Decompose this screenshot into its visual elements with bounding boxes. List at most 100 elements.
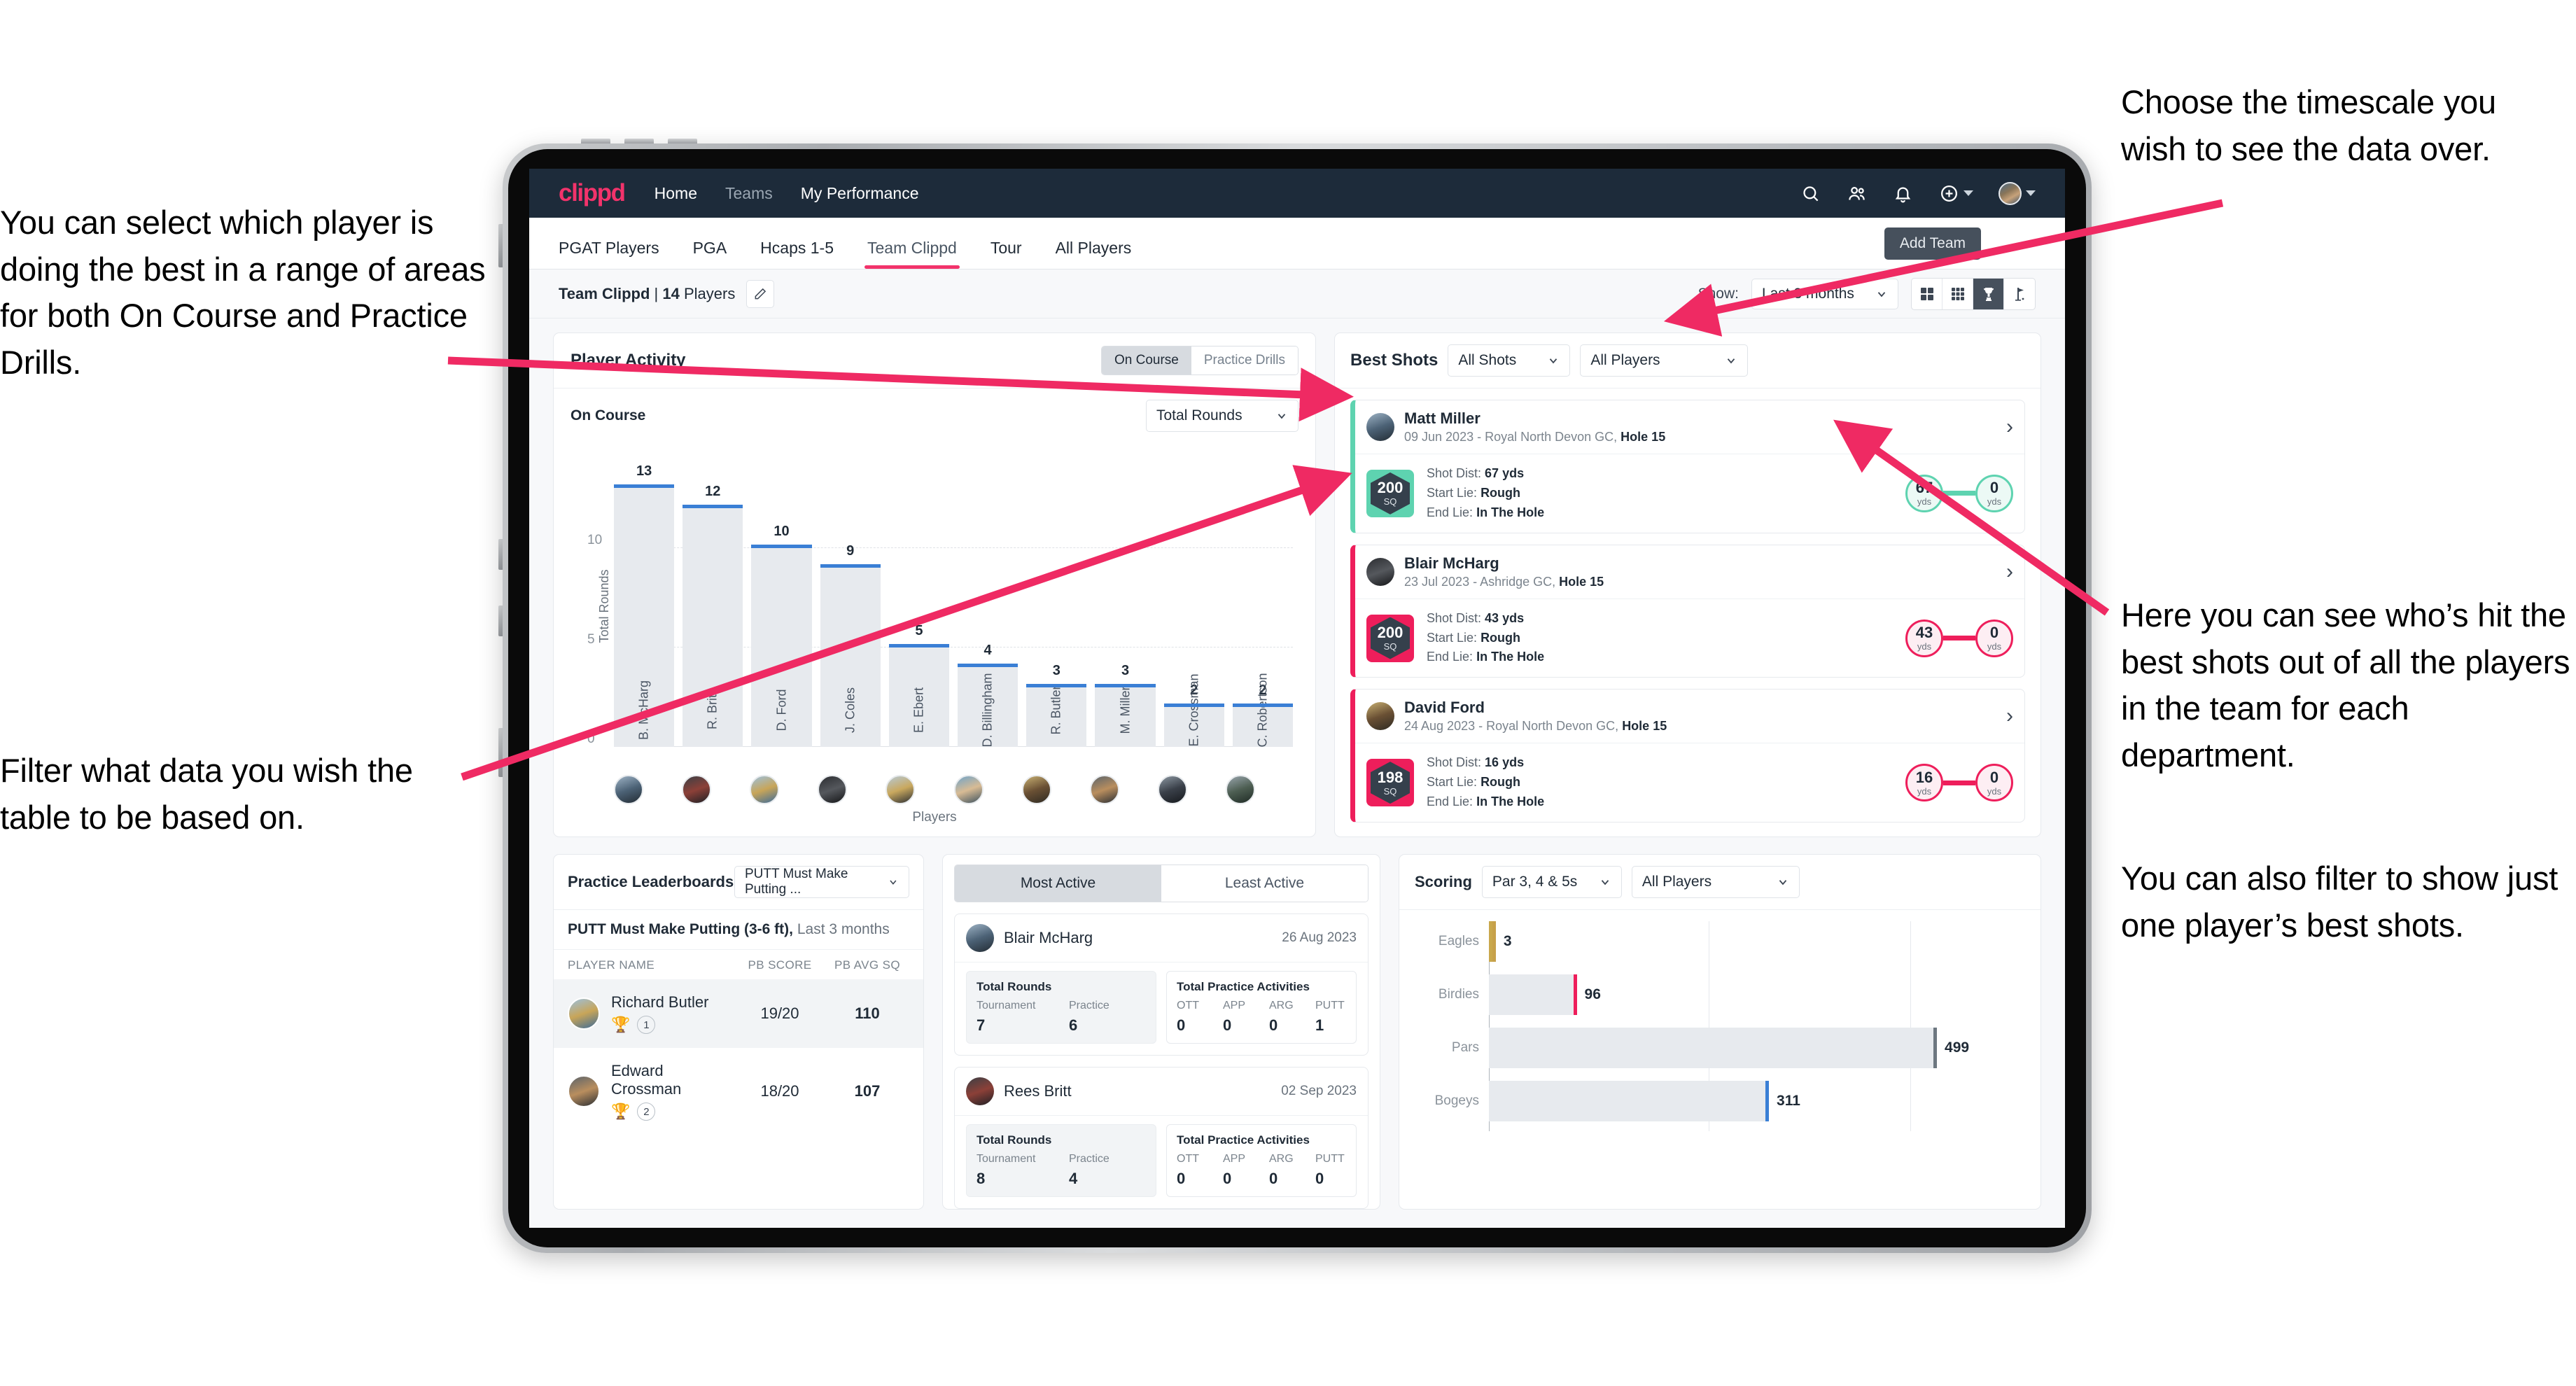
- table-row[interactable]: Richard Butler 🏆 1 19/20 110: [554, 979, 923, 1048]
- player-name: Blair McHarg: [1404, 554, 1499, 572]
- clippd-logo[interactable]: clippd: [559, 179, 626, 207]
- scoring-row[interactable]: Eagles 3: [1415, 921, 2025, 962]
- chart-bar[interactable]: D. Billingham: [958, 664, 1018, 748]
- player-filter-select[interactable]: All Players: [1580, 344, 1749, 377]
- chart-bar-value: 5: [915, 622, 923, 638]
- chevron-down-icon[interactable]: [1963, 190, 1973, 196]
- people-icon[interactable]: [1846, 183, 1867, 204]
- chevron-down-icon[interactable]: [2026, 190, 2036, 196]
- tab-tour[interactable]: Tour: [990, 239, 1022, 269]
- tab-team-clippd[interactable]: Team Clippd: [864, 239, 960, 269]
- player-activity-card: Player Activity On Course Practice Drill…: [553, 332, 1316, 837]
- chart-bar[interactable]: J. Coles: [820, 564, 881, 747]
- tab-pga[interactable]: PGA: [693, 239, 727, 269]
- player-count: 14: [662, 284, 680, 302]
- player-avatar[interactable]: [682, 775, 712, 804]
- player-avatar[interactable]: [750, 775, 780, 804]
- chart-bar[interactable]: M. Miller: [1095, 683, 1156, 747]
- chart-bar-column[interactable]: 12 R. Britt: [682, 468, 743, 747]
- chart-bar-column[interactable]: 5 E. Ebert: [888, 468, 950, 747]
- chart-bar[interactable]: R. Butler: [1026, 683, 1087, 747]
- shot-type-select[interactable]: All Shots: [1448, 344, 1571, 377]
- chart-bar[interactable]: R. Britt: [682, 504, 743, 747]
- player-avatar[interactable]: [1225, 775, 1255, 804]
- activity-card-item[interactable]: Blair McHarg 26 Aug 2023 Total Rounds Tourn…: [954, 913, 1368, 1056]
- start-lie-value: Rough: [1480, 630, 1521, 645]
- tab-pgat-players[interactable]: PGAT Players: [559, 239, 659, 269]
- edit-team-button[interactable]: [746, 279, 775, 308]
- rounds-metric: Tournament 7: [976, 1000, 1036, 1034]
- total-rounds-title: Total Rounds: [976, 980, 1052, 993]
- trophy-icon[interactable]: [1973, 278, 2004, 309]
- app-navbar: clippd Home Teams My Performance: [529, 169, 2065, 218]
- player-avatar[interactable]: [614, 775, 643, 804]
- grid-4-icon[interactable]: [1912, 278, 1942, 309]
- avatar[interactable]: [1998, 181, 2022, 205]
- chevron-right-icon[interactable]: ›: [2006, 416, 2013, 438]
- chart-bar-label: D. Ford: [774, 689, 788, 732]
- scoring-bar[interactable]: [1489, 1028, 1938, 1068]
- chart-bar-column[interactable]: 2 E. Crossman: [1163, 468, 1225, 747]
- nav-link-my-performance[interactable]: My Performance: [801, 184, 919, 203]
- chart-bar-column[interactable]: 13 B. McHarg: [614, 463, 675, 747]
- scoring-bar-wrap: 311: [1489, 1081, 2025, 1121]
- metric-select[interactable]: Total Rounds: [1146, 400, 1298, 432]
- scoring-bar[interactable]: [1489, 974, 1577, 1015]
- add-team-tooltip[interactable]: Add Team: [1884, 227, 1981, 260]
- chevron-right-icon[interactable]: ›: [2006, 706, 2013, 727]
- chart-bar[interactable]: D. Ford: [751, 544, 812, 747]
- player-avatar[interactable]: [1157, 775, 1187, 804]
- search-icon[interactable]: [1800, 183, 1821, 204]
- drill-select[interactable]: PUTT Must Make Putting ...: [734, 866, 909, 898]
- chart-bar-column[interactable]: 4 D. Billingham: [958, 468, 1018, 748]
- table-row[interactable]: Edward Crossman 🏆 2 18/20 107: [554, 1048, 923, 1135]
- best-shot-card[interactable]: Blair McHarg 23 Jul 2023 - Ashridge GC, H…: [1350, 544, 2025, 678]
- plus-circle-icon[interactable]: [1938, 183, 1959, 204]
- shot-quality-tile: 200 SQ: [1366, 469, 1414, 517]
- tab-hcaps-1-5[interactable]: Hcaps 1-5: [760, 239, 834, 269]
- best-shot-card[interactable]: David Ford 24 Aug 2023 - Royal North Devo…: [1350, 689, 2025, 823]
- segment-on-course[interactable]: On Course: [1102, 346, 1191, 374]
- tab-least-active[interactable]: Least Active: [1161, 865, 1368, 902]
- chevron-right-icon[interactable]: ›: [2006, 561, 2013, 582]
- shot-details: Shot Dist: 43 yds Start Lie: Rough End Lie…: [1427, 609, 1544, 668]
- scoring-row[interactable]: Pars 499: [1415, 1028, 2025, 1068]
- player-avatar[interactable]: [1089, 775, 1119, 804]
- player-avatar[interactable]: [818, 775, 848, 804]
- chart-bar[interactable]: C. Robertson: [1232, 673, 1294, 748]
- chart-bar-column[interactable]: 9 J. Coles: [820, 468, 881, 747]
- chart-bar-column[interactable]: 10 D. Ford: [751, 468, 812, 747]
- scoring-row[interactable]: Bogeys 311: [1415, 1081, 2025, 1121]
- player-avatar[interactable]: [953, 775, 983, 804]
- player-avatar[interactable]: [886, 775, 916, 804]
- chart-bar[interactable]: B. McHarg: [614, 484, 675, 747]
- flag-icon[interactable]: [2004, 279, 2035, 309]
- segment-practice-drills[interactable]: Practice Drills: [1191, 346, 1298, 374]
- tab-most-active[interactable]: Most Active: [955, 865, 1161, 902]
- activity-card-item[interactable]: Rees Britt 02 Sep 2023 Total Rounds Tournam…: [954, 1067, 1368, 1209]
- chart-bar[interactable]: E. Crossman: [1163, 673, 1225, 747]
- drill-period: Last 3 months: [793, 921, 890, 937]
- grid-9-icon[interactable]: [1942, 278, 1973, 309]
- chart-bar-column[interactable]: 3 R. Butler: [1026, 468, 1087, 747]
- total-rounds-values: Tournament 7 Practice 6: [976, 1000, 1146, 1035]
- nav-link-teams[interactable]: Teams: [725, 184, 773, 203]
- scoring-bar[interactable]: [1489, 1081, 1770, 1121]
- best-shot-card[interactable]: Matt Miller 09 Jun 2023 - Royal North Dev…: [1350, 400, 2025, 533]
- chart-bar-column[interactable]: 2 C. Robertson: [1232, 468, 1294, 748]
- period-select[interactable]: Last 3 months: [1751, 278, 1898, 309]
- scoring-row[interactable]: Birdies 96: [1415, 974, 2025, 1015]
- shot-dist-value: 43 yds: [1485, 610, 1525, 625]
- bell-icon[interactable]: [1892, 183, 1913, 204]
- practice-activities-box: Total Practice Activities OTT 0 APP 0 ARG 0 PUT…: [1166, 971, 1357, 1044]
- nav-link-home[interactable]: Home: [654, 184, 697, 203]
- par-filter-select[interactable]: Par 3, 4 & 5s: [1481, 866, 1622, 898]
- player-avatar[interactable]: [1021, 775, 1051, 804]
- scoring-player-select[interactable]: All Players: [1631, 866, 1800, 898]
- scoring-player-value: All Players: [1642, 874, 1712, 890]
- chart-bar-label: E. Ebert: [911, 687, 926, 734]
- tab-all-players[interactable]: All Players: [1056, 239, 1132, 269]
- chart-bar[interactable]: E. Ebert: [888, 643, 950, 747]
- chart-bar-column[interactable]: 3 M. Miller: [1095, 468, 1156, 747]
- scoring-bar[interactable]: [1489, 921, 1496, 962]
